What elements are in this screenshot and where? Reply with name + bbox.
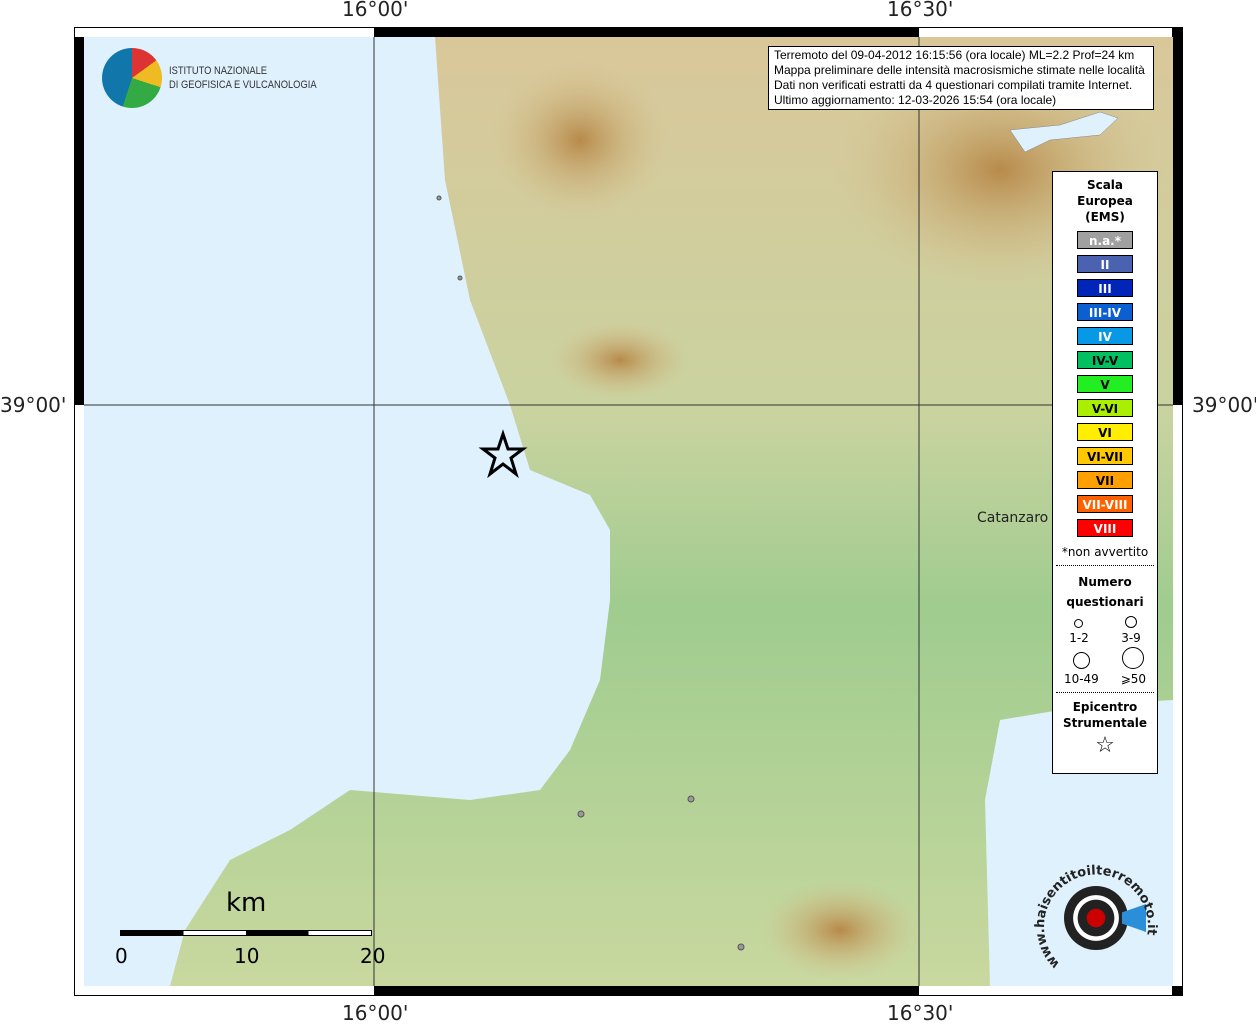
scale-label: 0 — [115, 944, 128, 968]
epicenter-title: Epicentro Strumentale — [1062, 700, 1148, 730]
circle-medium-icon — [1124, 616, 1137, 628]
legend-class-1: II — [1077, 255, 1133, 273]
legend-class-7: V-VI — [1077, 399, 1133, 417]
tick-bottom-1: 16°00' — [342, 1001, 409, 1025]
legend-class-11: VII-VIII — [1077, 495, 1133, 513]
frame-white-left-bottom — [75, 405, 84, 986]
locality-marker — [737, 943, 745, 951]
tick-left: 39°00' — [0, 393, 67, 417]
brand-text: www.haisentitoilterremoto.it — [1034, 863, 1158, 971]
haisentito-logo[interactable]: www.haisentitoilterremoto.it — [1034, 856, 1158, 980]
scale-label: 20 — [360, 944, 386, 968]
legend-class-6: V — [1077, 375, 1133, 393]
frame-white-top-right — [919, 28, 1172, 37]
circle-large-icon — [1072, 652, 1090, 669]
legend-class-4: IV — [1077, 327, 1133, 345]
count-label: 10-49 — [1063, 672, 1099, 686]
legend-class-2: III — [1077, 279, 1133, 297]
info-box: Terremoto del 09-04-2012 16:15:56 (ora l… — [768, 46, 1154, 110]
legend-class-5: IV-V — [1077, 351, 1133, 369]
frame-white-bottom-right — [919, 986, 1172, 995]
legend-class-8: VI — [1077, 423, 1133, 441]
circle-xlarge-icon — [1122, 647, 1145, 669]
tick-right: 39°00' — [1192, 393, 1256, 417]
logo-line2: DI GEOFISICA E VULCANOLOGIA — [169, 79, 317, 91]
tick-bottom-2: 16°30' — [887, 1001, 954, 1025]
svg-text:www.haisentitoilterremoto.it: www.haisentitoilterremoto.it — [1034, 863, 1158, 971]
logo-line1: ISTITUTO NAZIONALE — [169, 65, 268, 77]
legend-star-icon: ☆ — [1095, 733, 1115, 758]
ingv-name: ISTITUTO NAZIONALE DI GEOFISICA E VULCANO… — [169, 64, 317, 92]
locality-marker — [436, 195, 442, 201]
scale-unit: km — [226, 888, 267, 918]
tick-top-1: 16°00' — [342, 0, 409, 21]
info-line: Ultimo aggiornamento: 12-03-2026 15:54 (… — [774, 93, 1057, 107]
locality-marker — [577, 810, 585, 818]
scale-label: 10 — [234, 944, 260, 968]
info-line: Mappa preliminare delle intensità macros… — [774, 63, 1145, 77]
legend-title: Scala Europea (EMS) — [1077, 178, 1133, 224]
count-label: 3-9 — [1121, 631, 1141, 645]
legend-class-9: VI-VII — [1077, 447, 1133, 465]
count-label: 1-2 — [1069, 631, 1089, 645]
legend-class-10: VII — [1077, 471, 1133, 489]
frame-white-right-bottom — [1173, 405, 1182, 986]
ingv-logo — [102, 48, 162, 108]
tick-top-2: 16°30' — [887, 0, 954, 21]
info-line: Terremoto del 09-04-2012 16:15:56 (ora l… — [774, 48, 1135, 62]
legend-note: *non avvertito — [1061, 545, 1149, 559]
brand-ring: www.haisentitoilterremoto.it — [1034, 863, 1158, 971]
frame-white-bottom-left — [75, 986, 374, 995]
locality-marker — [457, 275, 463, 281]
info-line: Dati non verificati estratti da 4 questi… — [774, 78, 1133, 92]
locality-marker — [687, 795, 695, 803]
count-title: Numero questionari — [1066, 575, 1144, 609]
legend: Scala Europea (EMS) n.a.* II III III-IV IV IV-V… — [1052, 171, 1158, 774]
legend-class-0: n.a.* — [1077, 231, 1133, 249]
frame-white-top-left — [75, 28, 374, 37]
circle-small-icon — [1074, 619, 1084, 628]
place-label-catanzaro: Catanzaro — [977, 510, 1049, 526]
legend-class-12: VIII — [1077, 519, 1133, 537]
legend-class-3: III-IV — [1077, 303, 1133, 321]
count-label: ⩾50 — [1120, 672, 1147, 686]
